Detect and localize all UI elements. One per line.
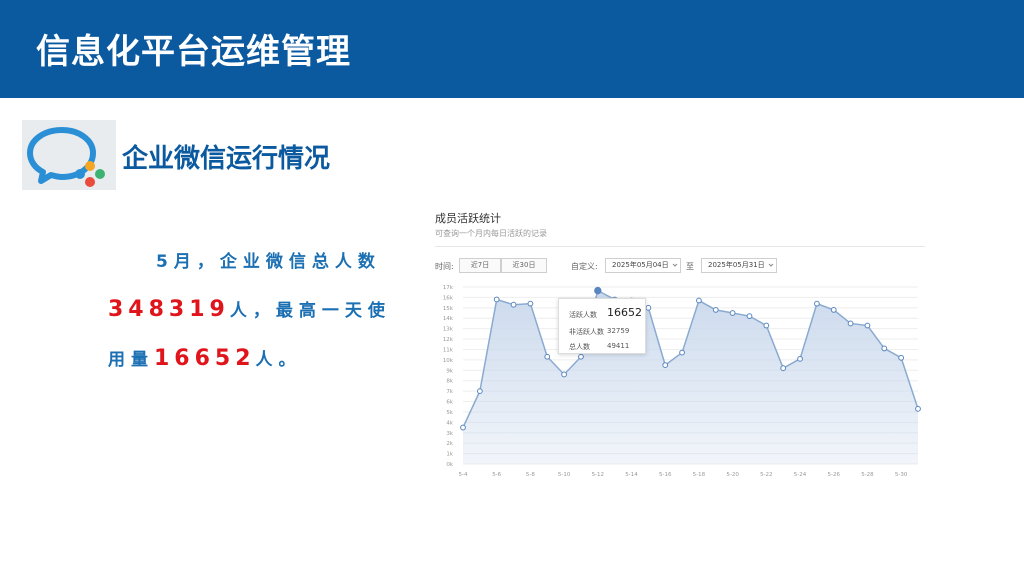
data-point <box>881 345 888 352</box>
y-tick-label: 9k <box>446 368 453 374</box>
summary-suffix: 人。 <box>255 350 302 370</box>
data-point <box>763 322 770 329</box>
tooltip-active-value: 16652 <box>607 306 642 319</box>
data-point <box>712 307 719 313</box>
y-tick-label: 13k <box>443 327 454 333</box>
wecom-logo <box>22 120 116 190</box>
data-point <box>864 322 871 329</box>
data-point <box>679 349 685 356</box>
y-tick-label: 10k <box>443 358 454 364</box>
data-point <box>780 365 787 372</box>
y-tick-label: 11k <box>443 347 454 353</box>
y-tick-label: 2k <box>446 441 453 447</box>
data-point <box>594 286 602 295</box>
chart-tooltip: 活跃人数 16652 非活跃人数 32759 总人数 49411 <box>558 298 646 354</box>
y-tick-label: 6k <box>446 400 453 406</box>
header-bar: 信息化平台运维管理 <box>0 0 1024 98</box>
page-title: 信息化平台运维管理 <box>36 32 351 72</box>
y-tick-label: 3k <box>446 431 453 437</box>
data-point <box>561 371 568 378</box>
x-tick-label: 5-10 <box>558 472 571 478</box>
tooltip-total-value: 49411 <box>607 342 630 350</box>
summary-text: 5月，企业微信总人数 348319人，最高一天使 用量16652人。 <box>108 238 408 384</box>
data-point <box>460 424 466 431</box>
y-tick-label: 5k <box>446 410 453 416</box>
total-count: 348319 <box>108 297 230 322</box>
tooltip-inactive-label: 非活跃人数 <box>569 328 604 336</box>
summary-prefix: 用量 <box>108 350 154 370</box>
data-point <box>696 297 702 304</box>
y-tick-label: 12k <box>443 337 454 343</box>
y-tick-label: 4k <box>446 420 453 426</box>
y-tick-label: 16k <box>443 295 454 301</box>
x-tick-label: 5-30 <box>895 472 908 478</box>
data-point <box>797 355 803 362</box>
peak-count: 16652 <box>154 346 256 371</box>
data-point <box>830 307 837 313</box>
data-point <box>898 354 905 361</box>
y-tick-label: 1k <box>446 452 453 458</box>
data-point <box>813 300 820 307</box>
wecom-logo-icon <box>27 127 105 187</box>
data-point <box>915 405 921 412</box>
chart-panel: 成员活跃统计 可查询一个月内每日活跃的记录 时间: 近7日 近30日 自定义: … <box>425 198 945 483</box>
x-tick-label: 5-22 <box>760 472 772 478</box>
section-title: 企业微信运行情况 <box>122 144 331 174</box>
y-tick-label: 7k <box>446 389 453 395</box>
data-point <box>544 353 551 360</box>
data-point <box>527 300 534 307</box>
x-tick-label: 5-20 <box>726 472 739 478</box>
tooltip-total-label: 总人数 <box>569 343 590 351</box>
data-point <box>662 362 669 368</box>
x-tick-label: 5-16 <box>659 472 672 478</box>
data-point <box>746 313 753 320</box>
summary-middle: 人，最高一天使 <box>229 301 391 321</box>
x-tick-label: 5-14 <box>625 472 638 478</box>
series-area <box>463 290 918 464</box>
x-tick-label: 5-4 <box>459 472 468 478</box>
data-point <box>729 310 736 316</box>
tooltip-inactive-value: 32759 <box>607 327 630 335</box>
data-point <box>578 353 584 360</box>
y-tick-label: 8k <box>446 379 453 385</box>
summary-line1: 5月，企业微信总人数 <box>156 252 381 272</box>
data-point <box>476 388 483 395</box>
data-point <box>510 301 517 308</box>
y-tick-label: 15k <box>443 306 454 312</box>
x-tick-label: 5-12 <box>592 472 604 478</box>
data-point <box>847 320 854 327</box>
x-tick-label: 5-8 <box>526 472 535 478</box>
x-tick-label: 5-28 <box>861 472 874 478</box>
x-tick-label: 5-18 <box>693 472 706 478</box>
data-point <box>645 304 652 311</box>
x-tick-label: 5-26 <box>827 472 840 478</box>
data-point <box>493 296 500 303</box>
y-tick-label: 0k <box>446 462 453 468</box>
x-tick-label: 5-6 <box>492 472 501 478</box>
y-tick-label: 17k <box>443 285 454 291</box>
tooltip-active-label: 活跃人数 <box>569 311 597 319</box>
x-tick-label: 5-24 <box>794 472 807 478</box>
y-tick-label: 14k <box>443 316 454 322</box>
activity-chart: 0k 1k 2k 3k 4k 5k 6k 7k 8k 9k 10k 11k 12k 13k 14k 15k 16… <box>443 285 921 478</box>
